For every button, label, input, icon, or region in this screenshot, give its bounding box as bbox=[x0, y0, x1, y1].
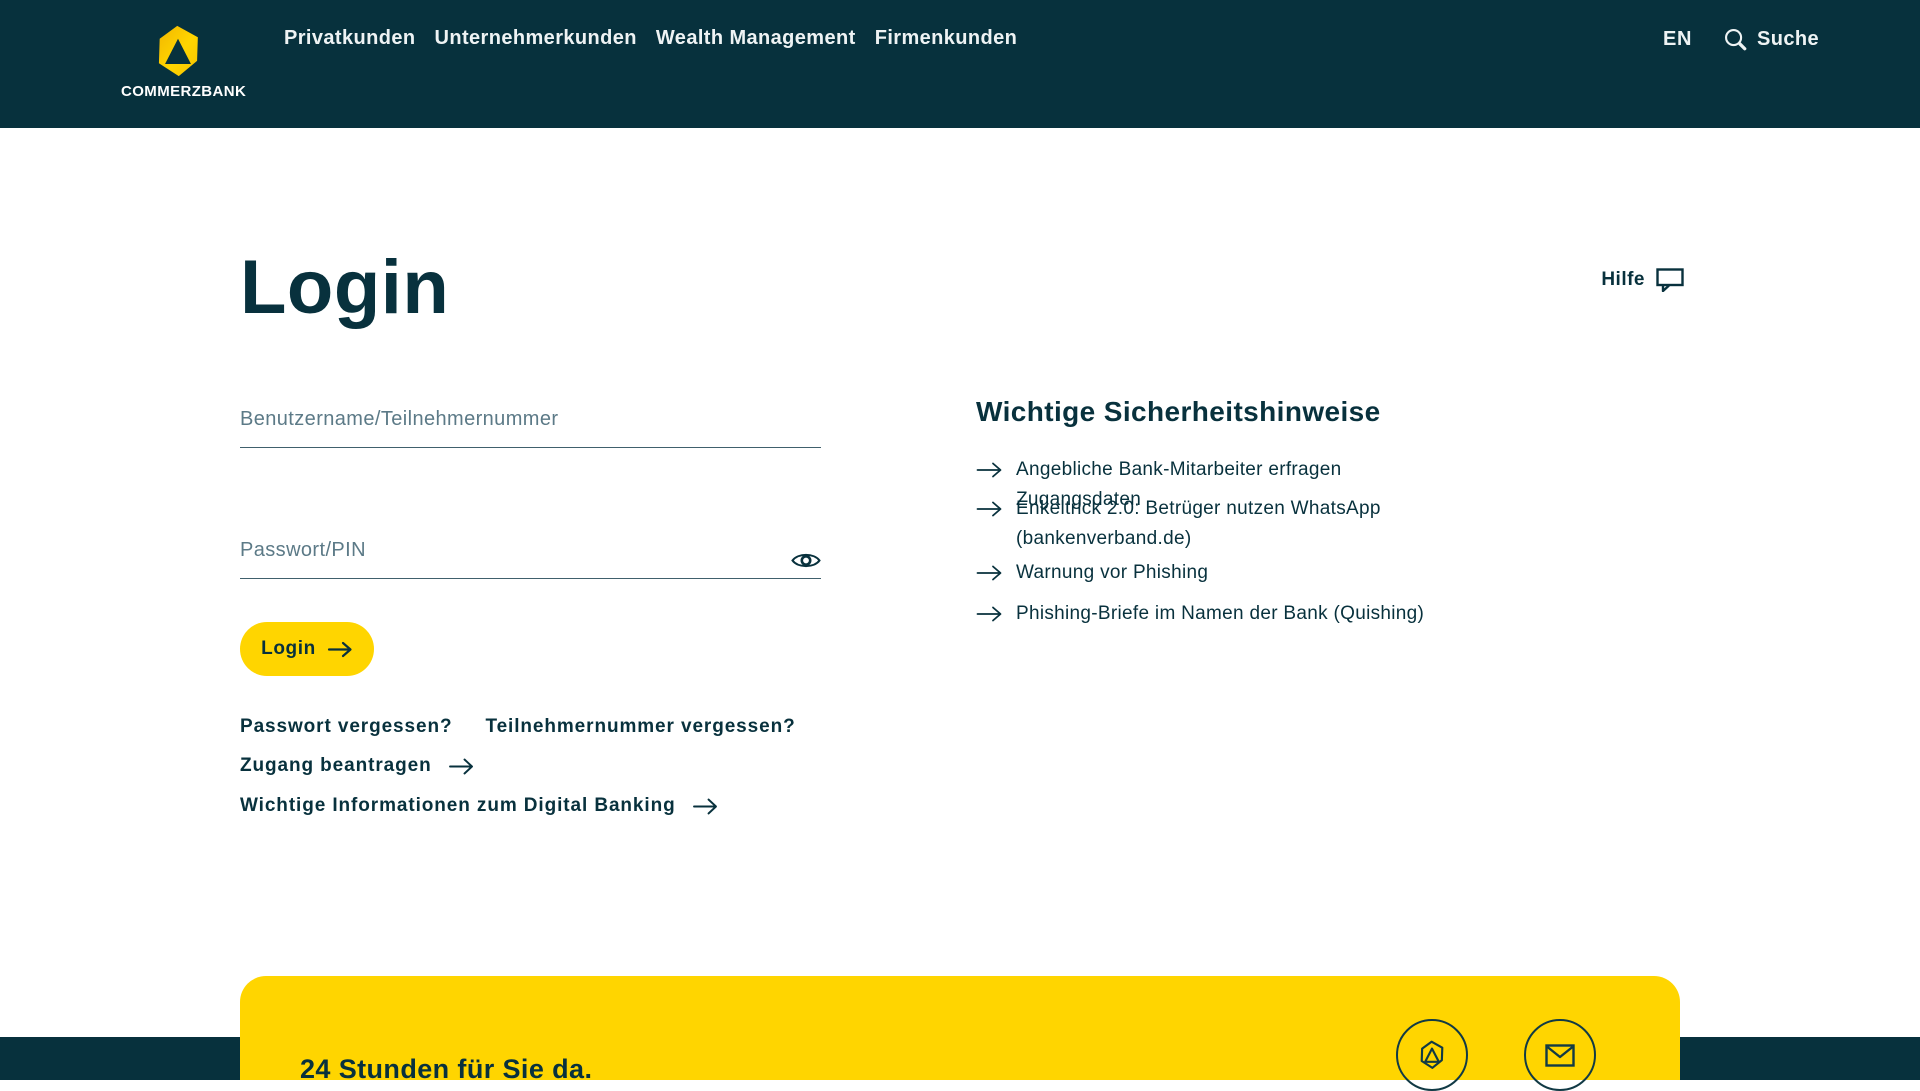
digital-banking-info-label: Wichtige Informationen zum Digital Banki… bbox=[240, 795, 676, 817]
security-link-label: Enkeltrick 2.0: Betrüger nutzen WhatsApp… bbox=[1016, 494, 1436, 554]
security-heading: Wichtige Sicherheitshinweise bbox=[976, 396, 1381, 428]
commerzbank-emblem-icon bbox=[1415, 1040, 1449, 1070]
banner-heading: 24 Stunden für Sie da. bbox=[300, 1054, 592, 1085]
envelope-icon bbox=[1545, 1044, 1575, 1067]
header-right: EN Suche bbox=[1663, 27, 1819, 52]
security-link-enkeltrick[interactable]: Enkeltrick 2.0: Betrüger nutzen WhatsApp… bbox=[976, 494, 1436, 554]
security-link-label: Phishing-Briefe im Namen der Bank (Quish… bbox=[1016, 599, 1424, 629]
nav-item-wealth-management[interactable]: Wealth Management bbox=[656, 27, 856, 50]
password-visibility-toggle[interactable] bbox=[791, 550, 821, 571]
search-button[interactable]: Suche bbox=[1723, 27, 1819, 52]
password-field bbox=[240, 539, 821, 579]
security-link-quishing[interactable]: Phishing-Briefe im Namen der Bank (Quish… bbox=[976, 599, 1424, 629]
nav-item-firmenkunden[interactable]: Firmenkunden bbox=[875, 27, 1018, 50]
forgot-links-row: Passwort vergessen? Teilnehmernummer ver… bbox=[240, 716, 796, 738]
arrow-right-icon bbox=[976, 501, 1003, 554]
search-label: Suche bbox=[1757, 28, 1819, 51]
logo-wordmark: COMMERZBANK bbox=[121, 83, 235, 100]
support-banner: 24 Stunden für Sie da. bbox=[240, 976, 1680, 1080]
request-access-link[interactable]: Zugang beantragen bbox=[240, 755, 475, 777]
contact-mail-button[interactable] bbox=[1524, 1019, 1596, 1091]
contact-branch-button[interactable] bbox=[1396, 1019, 1468, 1091]
arrow-right-icon bbox=[448, 758, 475, 775]
username-field bbox=[240, 408, 821, 448]
arrow-right-icon bbox=[976, 606, 1003, 629]
speech-bubble-icon bbox=[1656, 268, 1684, 292]
commerzbank-emblem-icon bbox=[121, 24, 235, 78]
forgot-password-link[interactable]: Passwort vergessen? bbox=[240, 716, 452, 738]
login-button-label: Login bbox=[261, 638, 316, 660]
help-link[interactable]: Hilfe bbox=[1601, 268, 1684, 292]
username-input[interactable] bbox=[240, 408, 821, 441]
arrow-right-icon bbox=[976, 565, 1003, 588]
request-access-label: Zugang beantragen bbox=[240, 755, 432, 777]
help-label: Hilfe bbox=[1601, 269, 1645, 291]
password-input[interactable] bbox=[240, 539, 821, 572]
header: COMMERZBANK Privatkunden Unternehmerkund… bbox=[0, 0, 1920, 128]
nav-item-privatkunden[interactable]: Privatkunden bbox=[284, 27, 416, 50]
login-button[interactable]: Login bbox=[240, 622, 374, 676]
digital-banking-info-link[interactable]: Wichtige Informationen zum Digital Banki… bbox=[240, 795, 719, 817]
security-link-phishing-warnung[interactable]: Warnung vor Phishing bbox=[976, 558, 1208, 588]
commerzbank-logo[interactable]: COMMERZBANK bbox=[121, 24, 235, 100]
nav-item-unternehmerkunden[interactable]: Unternehmerkunden bbox=[435, 27, 637, 50]
security-link-label: Warnung vor Phishing bbox=[1016, 558, 1208, 588]
arrow-right-icon bbox=[327, 641, 353, 658]
page-title: Login bbox=[240, 250, 449, 326]
eye-icon bbox=[791, 550, 821, 571]
forgot-participant-number-link[interactable]: Teilnehmernummer vergessen? bbox=[485, 716, 795, 738]
language-toggle[interactable]: EN bbox=[1663, 28, 1692, 51]
arrow-right-icon bbox=[692, 798, 719, 815]
main-nav: Privatkunden Unternehmerkunden Wealth Ma… bbox=[284, 27, 1017, 50]
search-icon bbox=[1723, 27, 1748, 52]
